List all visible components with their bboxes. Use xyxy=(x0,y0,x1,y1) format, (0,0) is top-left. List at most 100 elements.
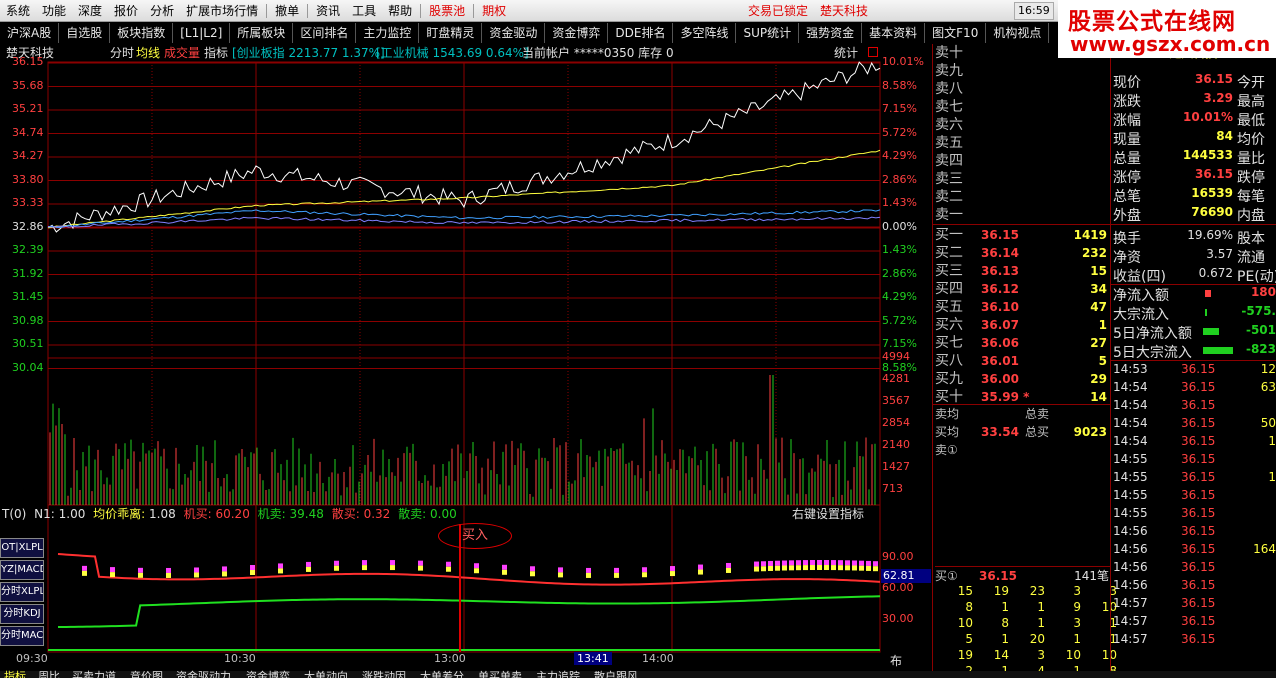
menu-help[interactable]: 帮助 xyxy=(382,0,418,21)
signal-marker-yellow xyxy=(110,572,115,578)
tab-dde-rank[interactable]: DDE排名 xyxy=(608,23,674,43)
indicator-switch-ot-xlpl[interactable]: OT|XLPL xyxy=(0,538,44,558)
indicator-current-value: 62.81 xyxy=(881,569,931,583)
quote-value: 76690 xyxy=(1191,205,1233,219)
volume-tick-label: 1427 xyxy=(882,460,910,473)
signal-marker-magenta xyxy=(852,560,857,566)
indicator-switch-xlpl[interactable]: 分时XLPL xyxy=(0,582,44,602)
flow-bar xyxy=(1205,290,1211,297)
bottom-tab[interactable]: 主力追踪 xyxy=(536,668,580,678)
bid-queue-count: 141笔 xyxy=(1074,569,1109,583)
bottom-tab[interactable]: 周比 xyxy=(38,668,60,678)
chart-canvas xyxy=(47,61,881,653)
indicator-switch-yz-macd[interactable]: YZ|MACD xyxy=(0,560,44,580)
signal-marker-magenta xyxy=(306,561,311,567)
signal-marker-magenta xyxy=(278,563,283,569)
menu-stock-pool[interactable]: 股票池 xyxy=(423,0,471,21)
menu-quote[interactable]: 报价 xyxy=(108,0,144,21)
bottom-tab[interactable]: 散户跟风 xyxy=(594,668,638,678)
volume-tick-label: 2854 xyxy=(882,416,910,429)
tick-time: 14:54 xyxy=(1113,434,1148,448)
avg-dev-value: 1.08 xyxy=(149,507,176,521)
queue-cell: 1 xyxy=(1001,632,1009,646)
menu-cancel-order[interactable]: 撤单 xyxy=(269,0,305,21)
tab-sector-index[interactable]: 板块指数 xyxy=(110,23,174,43)
bottom-tab[interactable]: 竞价图 xyxy=(130,668,163,678)
quote-label-2: 今开 xyxy=(1237,75,1265,91)
quote-value: 3.29 xyxy=(1203,91,1233,105)
tab-basic-info[interactable]: 基本资料 xyxy=(862,23,926,43)
menu-news[interactable]: 资讯 xyxy=(310,0,346,21)
signal-marker-yellow xyxy=(474,568,479,574)
menu-function[interactable]: 功能 xyxy=(36,0,72,21)
bottom-tab[interactable]: 资金博弈 xyxy=(246,668,290,678)
bid-level-label: 买六 xyxy=(935,317,963,333)
queue-cell: 1 xyxy=(1001,600,1009,614)
signal-marker-magenta xyxy=(838,560,843,566)
menu-extended-market[interactable]: 扩展市场行情 xyxy=(180,0,264,21)
price-tick-label: 32.86 xyxy=(12,219,44,233)
menu-tools[interactable]: 工具 xyxy=(346,0,382,21)
signal-marker-magenta xyxy=(82,565,87,571)
tick-time: 14:56 xyxy=(1113,578,1148,592)
tab-institution[interactable]: 机构视点 xyxy=(986,23,1050,43)
signal-marker-magenta xyxy=(362,560,367,566)
tick-time: 14:55 xyxy=(1113,470,1148,484)
tab-level[interactable]: [L1|L2] xyxy=(173,23,231,43)
queue-cell: 19 xyxy=(993,584,1009,598)
tab-sup-stats[interactable]: SUP统计 xyxy=(736,23,800,43)
flow-label: 净流入额 xyxy=(1113,288,1169,304)
tab-watch-wizard[interactable]: 盯盘精灵 xyxy=(419,23,483,43)
tick-time: 14:53 xyxy=(1113,362,1148,376)
tab-watchlist[interactable]: 自选股 xyxy=(59,23,111,43)
tab-f10[interactable]: 图文F10 xyxy=(925,23,987,43)
menu-options[interactable]: 期权 xyxy=(476,0,512,21)
tab-strong-fund[interactable]: 强势资金 xyxy=(799,23,863,43)
tab-long-short[interactable]: 多空阵线 xyxy=(673,23,737,43)
bottom-tab[interactable]: 买卖力道 xyxy=(72,668,116,678)
indicator-switch-kdj[interactable]: 分时KDJ xyxy=(0,604,44,624)
bid-level-label: 买二 xyxy=(935,245,963,261)
tick-time: 14:56 xyxy=(1113,542,1148,556)
price-tick-label: 31.92 xyxy=(12,266,44,280)
ask-level-label: 卖十 xyxy=(935,45,963,61)
signal-marker-magenta xyxy=(789,560,794,566)
quote-value: 144533 xyxy=(1182,148,1233,162)
signal-marker-magenta xyxy=(866,560,871,566)
menu-depth[interactable]: 深度 xyxy=(72,0,108,21)
percent-tick-label: 7.15% xyxy=(882,337,917,350)
queue-cell: 1 xyxy=(1073,632,1081,646)
bottom-tab[interactable]: 涨跌动因 xyxy=(362,668,406,678)
bottom-tab[interactable]: 单买单卖 xyxy=(478,668,522,678)
bid-total-label: 总买 xyxy=(1025,425,1050,439)
tab-sh-sz-a[interactable]: 沪深A股 xyxy=(0,23,60,43)
signal-marker-magenta xyxy=(110,567,115,573)
ask-total-label: 总卖 xyxy=(1025,407,1050,421)
book-divider xyxy=(933,404,1110,405)
ask-queue-label: 卖① xyxy=(935,443,958,457)
indicator-settings-hint[interactable]: 右键设置指标 xyxy=(792,506,864,522)
fund-label: 净资 xyxy=(1113,250,1141,266)
tab-range-rank[interactable]: 区间排名 xyxy=(293,23,357,43)
menu-system[interactable]: 系统 xyxy=(0,0,36,21)
bottom-tab[interactable]: 大单动向 xyxy=(304,668,348,678)
indicator-switch-macd[interactable]: 分时MACD xyxy=(0,626,44,646)
bid-volume: 1 xyxy=(1098,318,1107,332)
signal-marker-magenta xyxy=(768,560,773,566)
tab-fund-game[interactable]: 资金博弈 xyxy=(545,23,609,43)
signal-marker-magenta xyxy=(831,560,836,566)
price-tick-label: 35.21 xyxy=(12,102,44,115)
trade-lock-status[interactable]: 交易已锁定 xyxy=(748,0,808,21)
menu-divider xyxy=(420,3,422,18)
tick-time: 14:54 xyxy=(1113,398,1148,412)
menu-analysis[interactable]: 分析 xyxy=(144,0,180,21)
tick-volume: 12 xyxy=(1260,362,1276,376)
bottom-tab[interactable]: 大单差分 xyxy=(420,668,464,678)
signal-marker-yellow xyxy=(845,565,850,571)
tab-sector[interactable]: 所属板块 xyxy=(230,23,294,43)
intraday-chart-area[interactable]: 楚天科技 分时 均线 成交量 指标 [创业板指 2213.77 1.37%] [… xyxy=(0,44,932,678)
tab-main-monitor[interactable]: 主力监控 xyxy=(356,23,420,43)
bottom-tab[interactable]: 资金驱动力 xyxy=(176,668,231,678)
tab-fund-drive[interactable]: 资金驱动 xyxy=(482,23,546,43)
bottom-tab[interactable]: 指标 xyxy=(4,668,26,678)
